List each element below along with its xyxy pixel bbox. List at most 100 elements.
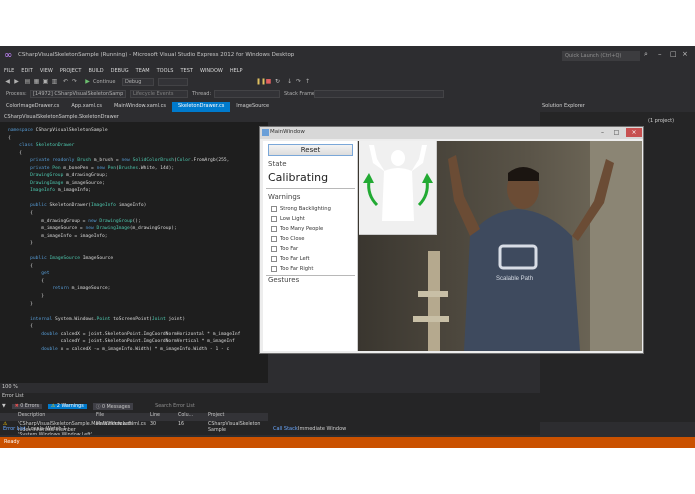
tab-immediate-window[interactable]: Immediate Window bbox=[298, 426, 346, 432]
zoom-level[interactable]: 100 % bbox=[2, 384, 18, 390]
column-project[interactable]: Project bbox=[208, 413, 224, 418]
menu-edit[interactable]: EDIT bbox=[21, 68, 33, 74]
state-label: State bbox=[268, 160, 287, 168]
break-all-icon[interactable]: ❚❚ bbox=[256, 78, 266, 85]
app-icon bbox=[262, 129, 269, 136]
column-file[interactable]: File bbox=[96, 413, 104, 418]
save-icon[interactable]: ▣ bbox=[42, 78, 49, 85]
messages-count: 0 Messages bbox=[102, 405, 131, 410]
thread-label: Thread: bbox=[192, 91, 212, 97]
search-icon[interactable]: ⌕ bbox=[644, 50, 648, 59]
menu-window[interactable]: WINDOW bbox=[200, 68, 223, 74]
state-value: Calibrating bbox=[268, 171, 329, 184]
messages-filter-button[interactable]: ⓘ 0 Messages bbox=[92, 403, 134, 410]
divider bbox=[266, 188, 355, 189]
redo-icon[interactable]: ↷ bbox=[71, 78, 78, 85]
navigation-bar[interactable]: CSharpVisualSkeletonSample.SkeletonDrawe… bbox=[0, 113, 268, 122]
restart-icon[interactable]: ↻ bbox=[274, 78, 281, 85]
tab-error-list[interactable]: Error List bbox=[3, 426, 26, 432]
maximize-icon[interactable]: □ bbox=[670, 50, 677, 58]
window-title: CSharpVisualSkeletonSample (Running) - M… bbox=[18, 52, 295, 58]
menu-tools[interactable]: TOOLS bbox=[157, 68, 174, 74]
minimize-icon[interactable]: – bbox=[658, 50, 662, 58]
quick-launch-input[interactable]: Quick Launch (Ctrl+Q) bbox=[562, 51, 640, 61]
step-into-icon[interactable]: ↓ bbox=[286, 78, 293, 85]
errors-count: 0 Errors bbox=[20, 404, 40, 409]
tab-call-stack[interactable]: Call Stack bbox=[273, 426, 298, 432]
solution-config-select[interactable]: Debug bbox=[122, 78, 154, 86]
undo-icon[interactable]: ↶ bbox=[62, 78, 69, 85]
error-list-filter-bar: ▼ ✖ 0 Errors ⚠ 2 Warnings ⓘ 0 Messages S… bbox=[2, 402, 266, 411]
menu-project[interactable]: PROJECT bbox=[60, 68, 82, 74]
continue-button[interactable]: Continue bbox=[93, 79, 115, 85]
stop-icon[interactable]: ■ bbox=[265, 78, 272, 85]
filter-icon[interactable]: ▼ bbox=[2, 404, 6, 409]
column-description[interactable]: Description bbox=[18, 413, 45, 418]
menu-bar: FILE EDIT VIEW PROJECT BUILD DEBUG TEAM … bbox=[0, 66, 695, 76]
solution-item[interactable]: (1 project) bbox=[648, 118, 674, 124]
info-icon: ⓘ bbox=[95, 405, 101, 410]
continue-icon[interactable]: ▶ bbox=[84, 78, 91, 85]
step-out-icon[interactable]: ↑ bbox=[304, 78, 311, 85]
menu-file[interactable]: FILE bbox=[4, 68, 14, 74]
minimize-icon[interactable]: – bbox=[596, 128, 609, 137]
tab-skeleton-drawer[interactable]: SkeletonDrawer.cs bbox=[172, 102, 231, 112]
save-all-icon[interactable]: ▥ bbox=[51, 78, 58, 85]
gesture-arrow-right-icon bbox=[417, 180, 429, 207]
close-icon[interactable]: × bbox=[626, 128, 642, 137]
checkbox-too-far-left[interactable]: Too Far Left bbox=[271, 256, 310, 262]
platform-select[interactable] bbox=[158, 78, 188, 86]
reset-button[interactable]: Reset bbox=[268, 144, 353, 156]
checkbox-too-close[interactable]: Too Close bbox=[271, 236, 304, 242]
checkbox-low-light[interactable]: Low Light bbox=[271, 216, 305, 222]
thread-select[interactable] bbox=[214, 90, 280, 98]
forward-icon[interactable]: ▶ bbox=[13, 78, 20, 85]
document-tabs: ColorImageDrawer.cs App.xaml.cs MainWind… bbox=[0, 102, 540, 112]
code-editor[interactable]: CSharpVisualSkeletonSample.SkeletonDrawe… bbox=[0, 113, 268, 383]
code-text[interactable]: namespace CSharpVisualSkeletonSample { c… bbox=[8, 127, 268, 353]
skeleton-guide bbox=[359, 141, 437, 235]
solution-explorer-title: Solution Explorer bbox=[542, 103, 585, 109]
menu-test[interactable]: TEST bbox=[180, 68, 192, 74]
title-bar: ∞ CSharpVisualSkeletonSample (Running) -… bbox=[0, 46, 695, 66]
column-column[interactable]: Colu... bbox=[178, 413, 193, 418]
errors-filter-button[interactable]: ✖ 0 Errors bbox=[11, 404, 43, 409]
tab-color-image-drawer[interactable]: ColorImageDrawer.cs bbox=[0, 102, 66, 112]
menu-team[interactable]: TEAM bbox=[136, 68, 150, 74]
maximize-icon[interactable]: □ bbox=[610, 128, 623, 137]
stack-frame-label: Stack Frame: bbox=[284, 91, 317, 97]
back-icon[interactable]: ◀ bbox=[4, 78, 11, 85]
status-panel: Reset State Calibrating Warnings Strong … bbox=[263, 141, 358, 351]
checkbox-strong-backlighting[interactable]: Strong Backlighting bbox=[271, 206, 331, 212]
error-list-header: Description File Line Colu... Project bbox=[0, 413, 268, 421]
tab-watch[interactable]: Watch 1 bbox=[46, 426, 66, 432]
main-window-title: MainWindow bbox=[260, 127, 643, 139]
step-over-icon[interactable]: ↷ bbox=[295, 78, 302, 85]
checkbox-too-many-people[interactable]: Too Many People bbox=[271, 226, 323, 232]
open-icon[interactable]: ▦ bbox=[33, 78, 40, 85]
standard-toolbar: ◀ ▶ ▤ ▦ ▣ ▥ ↶ ↷ ▶ Continue Debug ❚❚ ■ ↻ … bbox=[0, 77, 695, 88]
column-line[interactable]: Line bbox=[150, 413, 160, 418]
tab-main-window-xaml[interactable]: MainWindow.xaml.cs bbox=[107, 102, 172, 112]
tab-app-xaml[interactable]: App.xaml.cs bbox=[65, 102, 108, 112]
main-window: MainWindow – □ × Reset State Calibrating… bbox=[259, 126, 644, 354]
tab-image-source[interactable]: ImageSource bbox=[230, 102, 276, 112]
lifecycle-events-select[interactable]: Lifecycle Events bbox=[130, 90, 188, 98]
error-list-title: Error List bbox=[2, 394, 24, 399]
search-error-list-input[interactable]: Search Error List bbox=[155, 404, 195, 409]
menu-view[interactable]: VIEW bbox=[40, 68, 53, 74]
warning-icon: ⚠ bbox=[51, 404, 56, 409]
stack-frame-select[interactable] bbox=[314, 90, 444, 98]
tab-locals[interactable]: Locals bbox=[28, 426, 44, 432]
warnings-filter-button[interactable]: ⚠ 2 Warnings bbox=[48, 404, 87, 409]
menu-debug[interactable]: DEBUG bbox=[111, 68, 129, 74]
close-icon[interactable]: × bbox=[682, 50, 688, 58]
shirt-logo-text: Scalable Path bbox=[496, 276, 533, 282]
checkbox-too-far-right[interactable]: Too Far Right bbox=[271, 266, 313, 272]
warnings-label: Warnings bbox=[268, 193, 301, 201]
process-select[interactable]: [14972] CSharpVisualSkeletonSamp bbox=[30, 90, 126, 98]
menu-help[interactable]: HELP bbox=[230, 68, 243, 74]
checkbox-too-far[interactable]: Too Far bbox=[271, 246, 298, 252]
new-file-icon[interactable]: ▤ bbox=[24, 78, 31, 85]
menu-build[interactable]: BUILD bbox=[88, 68, 103, 74]
